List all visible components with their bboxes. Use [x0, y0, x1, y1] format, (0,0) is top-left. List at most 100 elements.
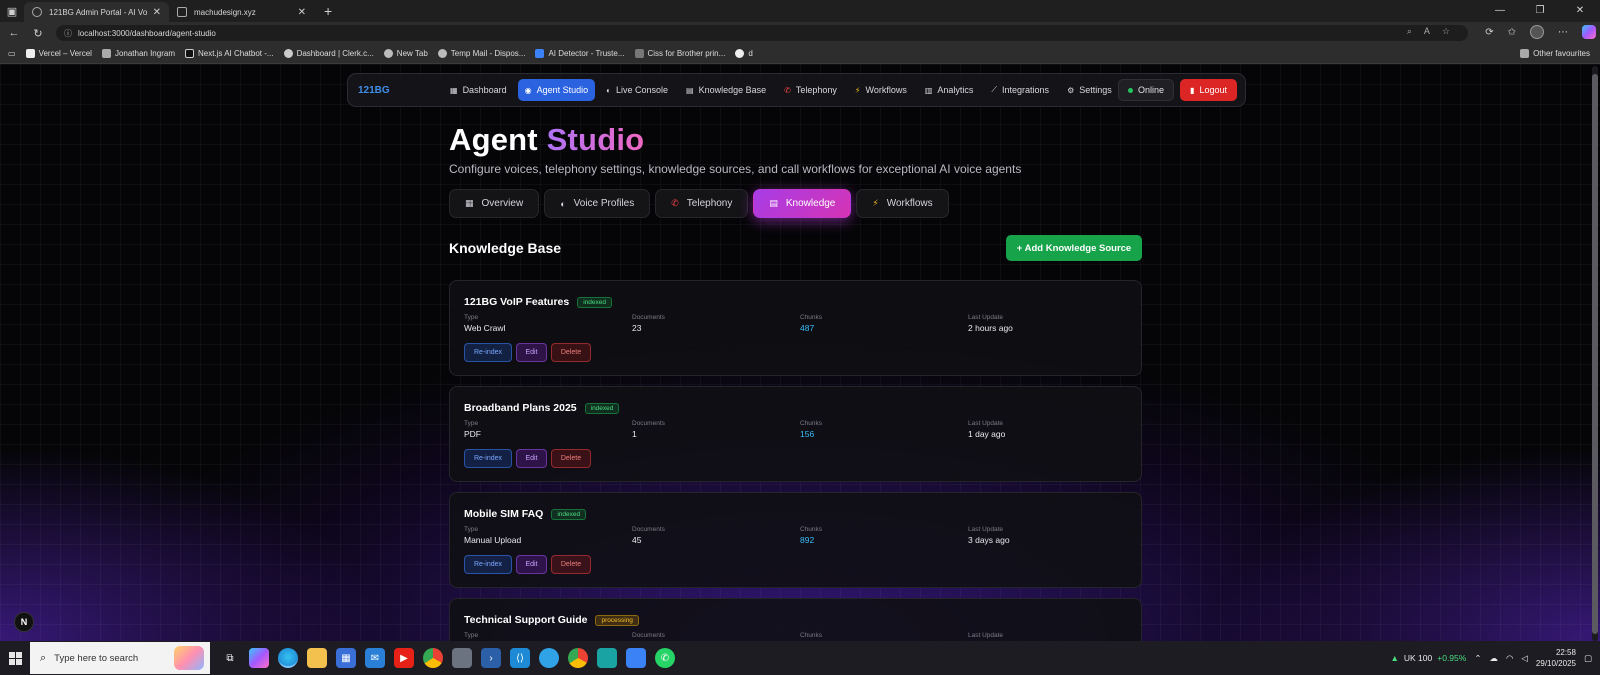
- clock[interactable]: 22:58 29/10/2025: [1536, 647, 1576, 669]
- edit-button[interactable]: Edit: [516, 555, 547, 574]
- knowledge-source-card: Broadband Plans 2025 indexed Type PDF Docu…: [449, 386, 1142, 482]
- cloud-icon[interactable]: ☁: [1489, 653, 1498, 664]
- edge-icon[interactable]: [278, 648, 298, 668]
- wifi-icon[interactable]: ◠: [1506, 653, 1513, 664]
- volume-icon[interactable]: ◁: [1521, 653, 1528, 664]
- nav-label: Telephony: [795, 85, 837, 95]
- task-view-icon[interactable]: ⧉: [220, 648, 240, 668]
- nav-item-dashboard[interactable]: ▦ Dashboard: [443, 79, 514, 101]
- source-name: Technical Support Guide processing: [464, 614, 639, 626]
- nav-item-agent-studio[interactable]: ◉ Agent Studio: [517, 79, 596, 101]
- bookmark-clerk[interactable]: Dashboard | Clerk.c...: [283, 49, 374, 58]
- vscode-icon[interactable]: ⟨⟩: [510, 648, 530, 668]
- nav-item-telephony[interactable]: ✆ Telephony: [777, 79, 844, 101]
- copilot-icon[interactable]: [1582, 25, 1596, 39]
- read-aloud-icon[interactable]: A: [1424, 26, 1430, 37]
- powershell-icon[interactable]: ›: [481, 648, 501, 668]
- store-icon[interactable]: ▦: [336, 648, 356, 668]
- reindex-button[interactable]: Re-index: [464, 343, 512, 362]
- new-tab-button[interactable]: +: [324, 3, 332, 19]
- delete-button[interactable]: Delete: [551, 343, 591, 362]
- file-explorer-icon[interactable]: [307, 648, 327, 668]
- bookmark-nextjs[interactable]: Next.js AI Chatbot -...: [184, 49, 274, 58]
- reindex-button[interactable]: Re-index: [464, 555, 512, 574]
- app-blue-icon[interactable]: [539, 648, 559, 668]
- bookmark-jonathan[interactable]: Jonathan Ingram: [101, 49, 175, 58]
- brand-logo[interactable]: 121BG: [358, 85, 443, 96]
- browser-tab-machudesign[interactable]: machudesign.xyz ✕: [169, 2, 314, 22]
- minimize-icon[interactable]: —: [1480, 0, 1520, 22]
- tab-telephony[interactable]: ✆ Telephony: [655, 189, 749, 218]
- tab-label: Telephony: [686, 198, 733, 209]
- page-subtitle: Configure voices, telephony settings, kn…: [449, 162, 1022, 176]
- youtube-icon[interactable]: ▶: [394, 648, 414, 668]
- refresh-icon[interactable]: ↻: [28, 27, 48, 40]
- bookmark-new-tab[interactable]: New Tab: [383, 49, 428, 58]
- delete-button[interactable]: Delete: [551, 555, 591, 574]
- taskbar-search[interactable]: ⌕ Type here to search: [30, 642, 210, 674]
- bookmark-ai-detector[interactable]: AI Detector - Truste...: [535, 49, 625, 58]
- delete-button[interactable]: Delete: [551, 449, 591, 468]
- browser-tab-admin-portal[interactable]: 121BG Admin Portal - AI Voice Ag ✕: [24, 2, 169, 22]
- app-icon[interactable]: [452, 648, 472, 668]
- restore-icon[interactable]: ❐: [1520, 0, 1560, 22]
- mail-icon[interactable]: ✉: [365, 648, 385, 668]
- other-favourites[interactable]: Other favourites: [1520, 49, 1590, 58]
- photos-icon[interactable]: [626, 648, 646, 668]
- close-tab-icon[interactable]: ✕: [153, 7, 161, 18]
- app-teal-icon[interactable]: [597, 648, 617, 668]
- tab-workflows[interactable]: ⚡ Workflows: [856, 189, 949, 218]
- bookmark-ciss[interactable]: Ciss for Brother prin...: [634, 49, 725, 58]
- copilot-app-icon[interactable]: [249, 648, 269, 668]
- edit-button[interactable]: Edit: [516, 449, 547, 468]
- chrome-profile-icon[interactable]: [568, 648, 588, 668]
- nextjs-dev-badge[interactable]: N: [14, 612, 34, 632]
- url-bar[interactable]: ⓘ localhost:3000/dashboard/agent-studio: [56, 25, 1468, 41]
- close-window-icon[interactable]: ✕: [1560, 0, 1600, 22]
- notifications-icon[interactable]: ▢: [1584, 653, 1592, 664]
- reindex-button[interactable]: Re-index: [464, 449, 512, 468]
- logout-button[interactable]: ▮ Logout: [1180, 79, 1237, 101]
- scrollbar-thumb[interactable]: [1592, 74, 1598, 634]
- window-menu-icon[interactable]: ▣: [0, 0, 24, 22]
- tab-overview[interactable]: ▦ Overview: [449, 189, 540, 218]
- bookmark-d[interactable]: d: [735, 49, 753, 58]
- profile-icon[interactable]: [1530, 25, 1544, 39]
- more-icon[interactable]: ⋯: [1558, 27, 1568, 38]
- extensions-icon[interactable]: ⟳: [1485, 27, 1493, 38]
- page-scrollbar[interactable]: [1592, 66, 1598, 641]
- nav-item-analytics[interactable]: ▥ Analytics: [918, 79, 981, 101]
- nav-item-settings[interactable]: ⚙ Settings: [1060, 79, 1119, 101]
- favorite-star-icon[interactable]: ☆: [1442, 26, 1450, 37]
- bookmark-vercel[interactable]: Vercel – Vercel: [25, 49, 92, 58]
- add-knowledge-source-button[interactable]: + Add Knowledge Source: [1006, 235, 1142, 261]
- nav-item-live-console[interactable]: ◐ Live Console: [599, 79, 675, 101]
- edit-button[interactable]: Edit: [516, 343, 547, 362]
- favorites-icon[interactable]: ✩: [1508, 27, 1516, 38]
- meta-label: Last Update: [968, 314, 1004, 321]
- microphone-icon: ◐: [560, 198, 566, 209]
- nav-item-knowledge-base[interactable]: ▤ Knowledge Base: [679, 79, 773, 101]
- top-navigation: 121BG ▦ Dashboard ◉ Agent Studio ◐ Live Con…: [347, 73, 1246, 107]
- tab-voice-profiles[interactable]: ◐ Voice Profiles: [544, 189, 651, 218]
- stock-widget[interactable]: ▲ UK 100 +0.95%: [1390, 653, 1466, 663]
- globe-icon: [383, 49, 393, 58]
- bookmark-temp-mail[interactable]: Temp Mail - Dispos...: [437, 49, 525, 58]
- stock-change: +0.95%: [1437, 653, 1467, 663]
- url-text: localhost:3000/dashboard/agent-studio: [78, 28, 216, 38]
- source-name-text: Broadband Plans 2025: [464, 402, 577, 414]
- nav-item-workflows[interactable]: ⚡ Workflows: [848, 79, 914, 101]
- close-tab-icon[interactable]: ✕: [298, 7, 306, 18]
- back-icon[interactable]: ←: [4, 27, 24, 39]
- tab-label: Overview: [481, 198, 524, 209]
- nav-item-integrations[interactable]: ⟋ Integrations: [984, 79, 1056, 101]
- whatsapp-icon[interactable]: ✆: [655, 648, 675, 668]
- zoom-icon[interactable]: ⌕: [1407, 26, 1412, 37]
- bookmark-folder-icon[interactable]: ▭: [8, 49, 16, 58]
- chevron-up-icon[interactable]: ⌃: [1474, 653, 1481, 664]
- start-button[interactable]: [0, 641, 30, 675]
- phone-icon: ✆: [784, 85, 791, 95]
- tab-knowledge[interactable]: ▤ Knowledge: [753, 189, 852, 218]
- nav-label: Knowledge Base: [698, 85, 767, 95]
- chrome-icon[interactable]: [423, 648, 443, 668]
